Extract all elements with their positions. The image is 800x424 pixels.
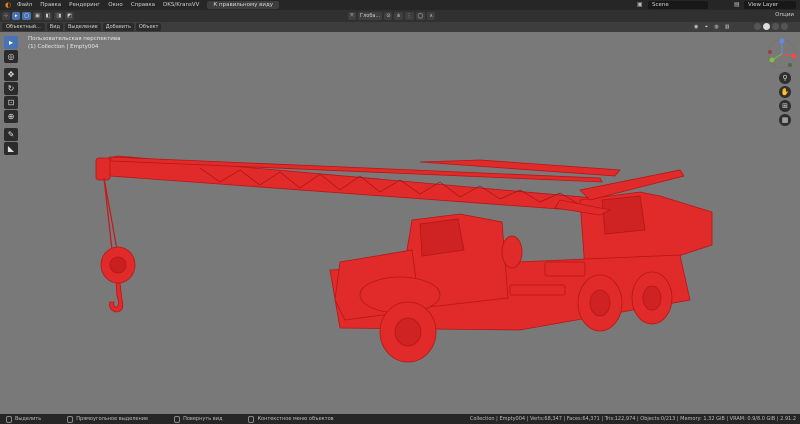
z-axis-icon xyxy=(779,38,785,44)
menu-object[interactable]: Объект xyxy=(135,23,162,31)
select-mode-button[interactable]: ▸ xyxy=(12,12,21,20)
options-menu[interactable]: Опции xyxy=(775,12,794,18)
scene-icon: ▣ xyxy=(637,1,643,8)
navigation-gizmo: ⚲ ✋ ⊞ ▦ xyxy=(760,32,800,126)
rotate-icon: ↻ xyxy=(7,84,15,93)
menu-select[interactable]: Выделение xyxy=(64,23,101,31)
3d-viewport[interactable]: Пользовательская перспектива (1) Collect… xyxy=(0,32,800,414)
viewport-header: Объектный... Вид Выделение Добавить Объе… xyxy=(0,22,800,32)
select-new-icon[interactable]: ▢ xyxy=(22,12,31,20)
hint-rotate: Повернуть вид xyxy=(174,415,223,423)
scene-statistics: Collection | Empty004 | Verts:68,347 | F… xyxy=(469,416,796,422)
mouse-drag-icon xyxy=(67,415,74,423)
snap-icon[interactable]: ⋔ xyxy=(394,12,403,20)
mouse-right-icon xyxy=(248,415,255,423)
cursor-icon: ◎ xyxy=(7,52,15,61)
menu-view[interactable]: Вид xyxy=(46,23,63,31)
boom-head xyxy=(95,157,111,181)
rendered-shading-icon[interactable] xyxy=(781,23,788,30)
view-layer-selector[interactable]: View Layer xyxy=(744,1,796,9)
material-shading-icon[interactable] xyxy=(772,23,779,30)
crane-truck-model[interactable] xyxy=(0,32,800,414)
annotate-tool[interactable]: ✎ xyxy=(4,128,18,141)
pan-hand-icon[interactable]: ✋ xyxy=(779,86,791,98)
scale-tool[interactable]: ⊡ xyxy=(4,96,18,109)
menu-render[interactable]: Рендеринг xyxy=(65,0,104,10)
shading-mode-group xyxy=(752,23,788,30)
menu-edit[interactable]: Правка xyxy=(36,0,65,10)
pivot-point-icon[interactable]: ⊙ xyxy=(384,12,393,20)
xray-toggle-icon[interactable]: ▥ xyxy=(722,23,732,31)
overlay-toggle-icon[interactable]: ◍ xyxy=(712,23,721,31)
hook xyxy=(109,282,124,313)
annotate-icon: ✎ xyxy=(7,130,15,139)
projection-toggle-icon[interactable]: ▦ xyxy=(779,114,791,126)
hint-select-label: Выделить xyxy=(15,416,42,422)
proportional-edit-icon[interactable]: ◯ xyxy=(415,12,426,20)
project-tab[interactable]: DKS/KransVV xyxy=(159,0,203,10)
hint-box-select: Прямоугольное выделение xyxy=(67,415,149,423)
move-icon: ✥ xyxy=(7,70,15,79)
solid-shading-icon[interactable] xyxy=(763,23,770,30)
measure-icon: ◣ xyxy=(7,144,15,153)
camera-view-icon[interactable]: ⊞ xyxy=(779,100,791,112)
spare-wheel xyxy=(501,235,523,269)
object-mode-select[interactable]: Объектный... xyxy=(2,23,45,31)
y-axis-icon xyxy=(769,57,775,63)
gizmo-toggle-icon[interactable]: ⌖ xyxy=(702,23,711,31)
menu-file[interactable]: Файл xyxy=(13,0,36,10)
wireframe-shading-icon[interactable] xyxy=(754,23,761,30)
workspace-tab[interactable]: К правильному виду xyxy=(207,1,280,9)
mouse-middle-icon xyxy=(174,415,181,423)
visibility-icon[interactable]: ◉ xyxy=(692,23,701,31)
scene-selector[interactable]: Scene xyxy=(648,1,708,9)
scale-icon: ⊡ xyxy=(7,98,15,107)
select-box-icon: ▸ xyxy=(8,38,13,47)
outrigger xyxy=(544,261,586,277)
select-intersect-icon[interactable]: ◩ xyxy=(65,12,74,20)
menu-help[interactable]: Справка xyxy=(127,0,159,10)
status-bar: Выделить Прямоугольное выделение Поверну… xyxy=(0,414,800,424)
select-extend-icon[interactable]: ▣ xyxy=(32,12,42,20)
hint-rotate-label: Повернуть вид xyxy=(183,416,223,422)
menu-add[interactable]: Добавить xyxy=(102,23,134,31)
rotate-tool[interactable]: ↻ xyxy=(4,82,18,95)
measure-tool[interactable]: ◣ xyxy=(4,142,18,155)
x-axis-icon xyxy=(791,53,797,59)
transform-orientation-select[interactable]: Глоба... xyxy=(358,12,383,20)
cursor-tool[interactable]: ◎ xyxy=(4,50,18,63)
editor-type-button[interactable]: ⊹ xyxy=(2,12,11,20)
select-subtract-icon[interactable]: ◧ xyxy=(43,12,53,20)
snap-target-icon[interactable]: ⋮ xyxy=(404,12,414,20)
zoom-icon[interactable]: ⚲ xyxy=(779,72,791,84)
windshield xyxy=(419,218,465,257)
mouse-left-icon xyxy=(6,415,12,423)
tool-shelf: ▸ ◎ ✥ ↻ ⊡ ⊕ ✎ ◣ xyxy=(4,36,20,156)
blender-logo-icon[interactable]: ◐ xyxy=(3,0,13,10)
select-box-tool[interactable]: ▸ xyxy=(4,36,18,49)
hint-context: Контекстное меню объектов xyxy=(248,415,334,423)
select-invert-icon[interactable]: ◨ xyxy=(54,12,64,20)
hint-select: Выделить xyxy=(6,415,42,423)
view-layer-icon: ▤ xyxy=(734,1,740,8)
axis-gizmo[interactable] xyxy=(760,34,800,74)
tool-header: ⊹ ▸ ▢ ▣ ◧ ◨ ◩ ⤧ Глоба... ⊙ ⋔ ⋮ ◯ ∧ Опции xyxy=(0,10,800,22)
hint-box-select-label: Прямоугольное выделение xyxy=(76,416,149,422)
transform-tool[interactable]: ⊕ xyxy=(4,110,18,123)
top-menu-bar: ◐ Файл Правка Рендеринг Окно Справка DKS… xyxy=(0,0,800,10)
cabin-window xyxy=(601,195,646,235)
falloff-icon[interactable]: ∧ xyxy=(427,12,436,20)
hint-context-label: Контекстное меню объектов xyxy=(257,416,334,422)
menu-window[interactable]: Окно xyxy=(104,0,127,10)
transform-orientation-icon[interactable]: ⤧ xyxy=(348,12,357,20)
transform-icon: ⊕ xyxy=(7,112,15,121)
move-tool[interactable]: ✥ xyxy=(4,68,18,81)
